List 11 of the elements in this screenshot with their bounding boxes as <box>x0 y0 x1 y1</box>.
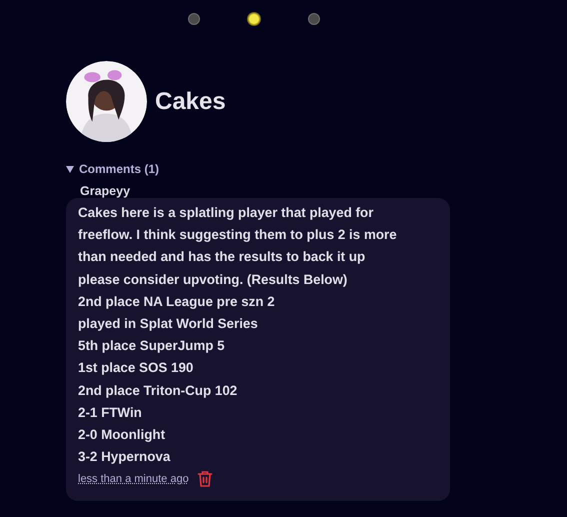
avatar-icon <box>66 61 147 142</box>
comments-toggle[interactable]: Comments (1) <box>79 162 160 176</box>
radio-button[interactable] <box>188 13 200 25</box>
comment-time: less than a minute ago <box>78 472 189 485</box>
trash-icon[interactable] <box>196 470 213 488</box>
radio-button[interactable] <box>248 13 260 25</box>
comment-author: Grapeyy <box>80 184 132 198</box>
radio-button[interactable] <box>308 13 320 25</box>
comment-text: Cakes here is a splatling player that played for freeflow. I think suggesting them to plus 2 is more than needed and has the results to back it up please consider upvoting. (Results Below) 2nd place NA League pre szn 2 played in Splat World Series 5th place SuperJump 5 1st place SOS 190 2nd place Triton-Cup 102 2-1 FTWin 2-0 Moonlight 3-2 Hypernova <box>78 204 398 466</box>
caret-icon[interactable] <box>66 166 74 172</box>
profile-name: Cakes <box>155 88 226 116</box>
